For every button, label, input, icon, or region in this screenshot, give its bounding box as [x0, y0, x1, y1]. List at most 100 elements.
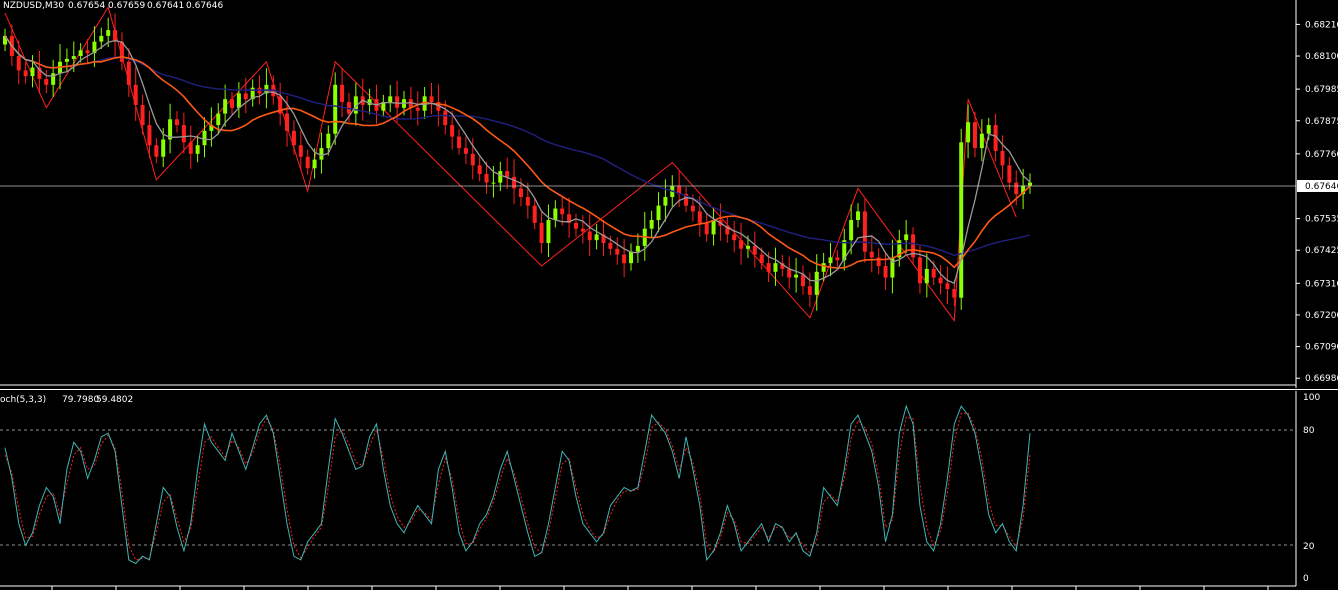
- candle-body: [553, 208, 558, 221]
- candle-body: [952, 289, 957, 298]
- candle-body: [532, 205, 537, 223]
- candle-body: [236, 93, 241, 108]
- candle-body: [635, 245, 640, 252]
- candle-body: [739, 240, 744, 249]
- candle-body: [30, 67, 35, 77]
- candle-body: [195, 145, 200, 154]
- candle-body: [773, 263, 778, 272]
- candle-body: [78, 50, 83, 57]
- candle-body: [594, 234, 599, 241]
- candle-body: [787, 268, 792, 278]
- candle-body: [147, 125, 152, 146]
- candle-body: [697, 211, 702, 223]
- candle-body: [174, 119, 179, 126]
- candle-body: [759, 254, 764, 264]
- candle-body: [154, 145, 159, 157]
- price-tick-label: 0.68210: [1305, 20, 1338, 30]
- candle-body: [849, 220, 854, 241]
- candle-body: [243, 93, 248, 100]
- candle-body: [298, 145, 303, 157]
- price-tick-label: 0.67760: [1305, 150, 1338, 160]
- candle-body: [484, 173, 489, 183]
- candle-body: [690, 205, 695, 212]
- candle-body: [807, 286, 812, 295]
- candle-body: [161, 139, 166, 157]
- candle-body: [429, 96, 434, 103]
- candle-body: [126, 61, 131, 85]
- stochastic-label: och(5,3,3): [0, 395, 46, 405]
- price-tick-label: 0.66980: [1305, 374, 1338, 384]
- candle-body: [794, 274, 799, 278]
- candle-body: [986, 125, 991, 134]
- candle-body: [580, 228, 585, 232]
- candle-body: [133, 84, 138, 105]
- candle-body: [546, 220, 551, 244]
- candle-body: [85, 50, 90, 54]
- candle-body: [188, 142, 193, 154]
- ohlc-low: 0.67641: [147, 1, 184, 11]
- stochastic-main-value: 79.7980: [62, 395, 99, 405]
- candle-body: [869, 251, 874, 258]
- candle-body: [305, 156, 310, 169]
- candle-body: [979, 133, 984, 149]
- price-tick-label: 0.68100: [1305, 52, 1338, 62]
- stoch-tick-80: 80: [1303, 426, 1315, 436]
- price-tick-label: 0.67875: [1305, 117, 1338, 127]
- candle-body: [972, 122, 977, 149]
- candle-body: [1014, 182, 1019, 195]
- candle-body: [106, 30, 111, 36]
- candle-body: [587, 231, 592, 241]
- candle-body: [44, 79, 49, 85]
- stoch-tick-0: 0: [1303, 574, 1309, 584]
- candle-body: [629, 251, 634, 264]
- candle-body: [745, 245, 750, 249]
- price-tick-label: 0.67985: [1305, 85, 1338, 95]
- candle-body: [539, 222, 544, 244]
- ohlc-open: 0.67654: [68, 1, 105, 11]
- candle-body: [285, 113, 290, 131]
- candle-body: [649, 220, 654, 229]
- candle-body: [862, 211, 867, 252]
- price-tick-label: 0.67200: [1305, 311, 1338, 321]
- stoch-tick-100: 100: [1303, 393, 1320, 403]
- candle-body: [498, 171, 503, 183]
- candle-body: [99, 35, 104, 42]
- candle-body: [945, 283, 950, 290]
- candle-body: [525, 197, 530, 206]
- candle-body: [560, 208, 565, 215]
- chart-window: NZDUSD,M30 0.67654 0.67659 0.67641 0.676…: [0, 0, 1338, 590]
- candle-body: [181, 125, 186, 143]
- price-tick-label: 0.67425: [1305, 246, 1338, 256]
- candle-body: [216, 113, 221, 126]
- candle-body: [959, 142, 964, 298]
- chart-background: [0, 0, 1338, 590]
- candle-body: [395, 96, 400, 108]
- candle-body: [64, 58, 69, 62]
- candle-body: [938, 277, 943, 284]
- stoch-tick-20: 20: [1303, 542, 1315, 552]
- candle-body: [608, 243, 613, 249]
- stochastic-signal-value: 59.4802: [96, 395, 133, 405]
- price-tick-label: 0.67535: [1305, 215, 1338, 225]
- candle-body: [512, 176, 517, 189]
- candle-body: [856, 211, 861, 221]
- candle-body: [615, 248, 620, 255]
- candle-body: [966, 122, 971, 143]
- candle-body: [477, 165, 482, 174]
- candle-body: [333, 84, 338, 134]
- candle-body: [821, 263, 826, 272]
- candle-body: [457, 136, 462, 149]
- candle-body: [518, 188, 523, 197]
- candle-body: [656, 205, 661, 221]
- candle-body: [1007, 165, 1012, 183]
- candle-body: [924, 268, 929, 284]
- candle-body: [388, 96, 393, 103]
- candle-body: [470, 153, 475, 166]
- candle-body: [1028, 182, 1032, 186]
- candle-body: [16, 56, 21, 71]
- candle-body: [505, 171, 510, 177]
- price-tick-label: 0.67310: [1305, 279, 1338, 289]
- candle-body: [450, 125, 455, 137]
- price-tick-label: 0.67090: [1305, 343, 1338, 353]
- candle-body: [904, 234, 909, 241]
